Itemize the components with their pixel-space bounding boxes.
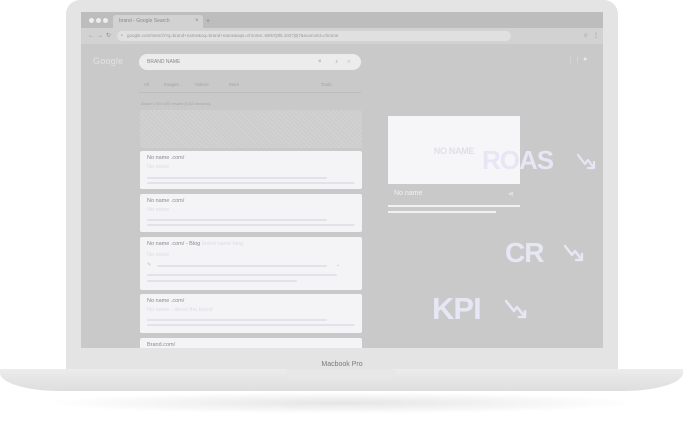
trend-down-icon <box>563 244 584 262</box>
results-count: About 1 000 000 results (0.52 seconds) <box>141 101 211 106</box>
result-title[interactable]: No name .com/ - Blog brand name blog <box>147 241 243 247</box>
search-icon[interactable]: ○ <box>347 54 351 70</box>
device-label: Macbook Pro <box>321 361 363 368</box>
new-tab-icon[interactable]: + <box>206 15 210 28</box>
expand-icon[interactable]: ⌄ <box>336 262 340 268</box>
laptop-screen: brand - Google Search × + ← → ↻ google.c… <box>81 12 603 348</box>
result-title[interactable]: No name .com/ <box>147 155 184 161</box>
knowledge-panel-line <box>388 211 496 213</box>
mic-icon[interactable]: ♪ <box>335 54 338 70</box>
apps-grid-icon[interactable]: ⋮⋮ <box>567 56 581 64</box>
snippet-line <box>147 224 355 226</box>
result-subtitle: No name <box>147 252 170 258</box>
window-close-dot[interactable] <box>89 18 94 23</box>
share-icon[interactable]: ⋖ <box>508 190 514 198</box>
lock-icon: • <box>121 33 123 39</box>
trend-down-icon <box>504 299 527 319</box>
tabs-divider <box>139 92 361 93</box>
tab-close-icon[interactable]: × <box>195 15 199 28</box>
result-title[interactable]: No name .com/ <box>147 298 184 304</box>
reload-icon[interactable]: ↻ <box>106 30 111 42</box>
tab-all[interactable]: All <box>144 81 149 89</box>
snippet-line <box>147 324 355 326</box>
clear-icon[interactable]: × <box>318 54 322 70</box>
snippet-line <box>147 319 327 321</box>
knowledge-panel-title: No name <box>394 190 423 197</box>
browser-tab[interactable]: brand - Google Search <box>113 15 203 28</box>
tab-videos[interactable]: Videos <box>195 81 209 89</box>
window-maximize-dot[interactable] <box>103 18 108 23</box>
snippet-line <box>147 280 297 282</box>
tab-tools[interactable]: Tools <box>321 81 332 89</box>
result-title-text[interactable]: No name .com/ - Blog <box>147 241 200 247</box>
snippet-line <box>147 219 327 221</box>
tab-images[interactable]: Images <box>164 81 179 89</box>
laptop-shadow <box>40 392 643 414</box>
google-logo[interactable]: Google <box>93 56 123 66</box>
search-input[interactable]: BRAND NAME <box>139 54 361 70</box>
metric-cr: CR <box>505 237 544 268</box>
result-card[interactable]: No name .com/ No name <box>140 194 362 232</box>
metric-roas: ROAS <box>482 145 554 175</box>
snippet-line <box>147 274 337 276</box>
bookmark-icon[interactable]: ☆ <box>583 30 588 42</box>
result-subtitle: No name <box>147 164 170 170</box>
result-card[interactable]: No name .com/ No name - about the brand <box>140 294 362 333</box>
browser-menu-icon[interactable]: ⋮ <box>593 30 599 42</box>
snippet-line <box>157 265 327 267</box>
snippet-line <box>147 177 327 179</box>
result-title[interactable]: No name .com/ <box>147 198 184 204</box>
result-title-extra: brand name blog <box>201 241 243 247</box>
forward-icon[interactable]: → <box>97 30 103 42</box>
metric-kpi: KPI <box>432 291 482 326</box>
tab-title: brand - Google Search <box>119 18 170 24</box>
window-minimize-dot[interactable] <box>96 18 101 23</box>
ads-block <box>140 110 362 148</box>
back-icon[interactable]: ← <box>88 30 94 42</box>
result-title[interactable]: Brand.com/ <box>147 342 175 348</box>
account-icon[interactable]: ● <box>583 56 587 63</box>
snippet-line <box>147 182 355 184</box>
laptop-notch <box>286 369 396 379</box>
result-card[interactable]: No name .com/ - Blog brand name blog No … <box>140 237 362 290</box>
result-card[interactable]: Brand.com/ <box>140 338 362 348</box>
result-subtitle: No name <box>147 207 170 213</box>
knowledge-panel-line <box>388 205 520 207</box>
sitelink-icon: ✎ <box>147 262 152 268</box>
tab-more[interactable]: More <box>229 81 239 89</box>
address-bar[interactable]: google.com/search?q=brand+name&oq=brand+… <box>117 31 511 41</box>
trend-down-icon <box>576 153 596 170</box>
result-card[interactable]: No name .com/ No name <box>140 151 362 189</box>
result-subtitle: No name - about the brand <box>147 307 213 313</box>
